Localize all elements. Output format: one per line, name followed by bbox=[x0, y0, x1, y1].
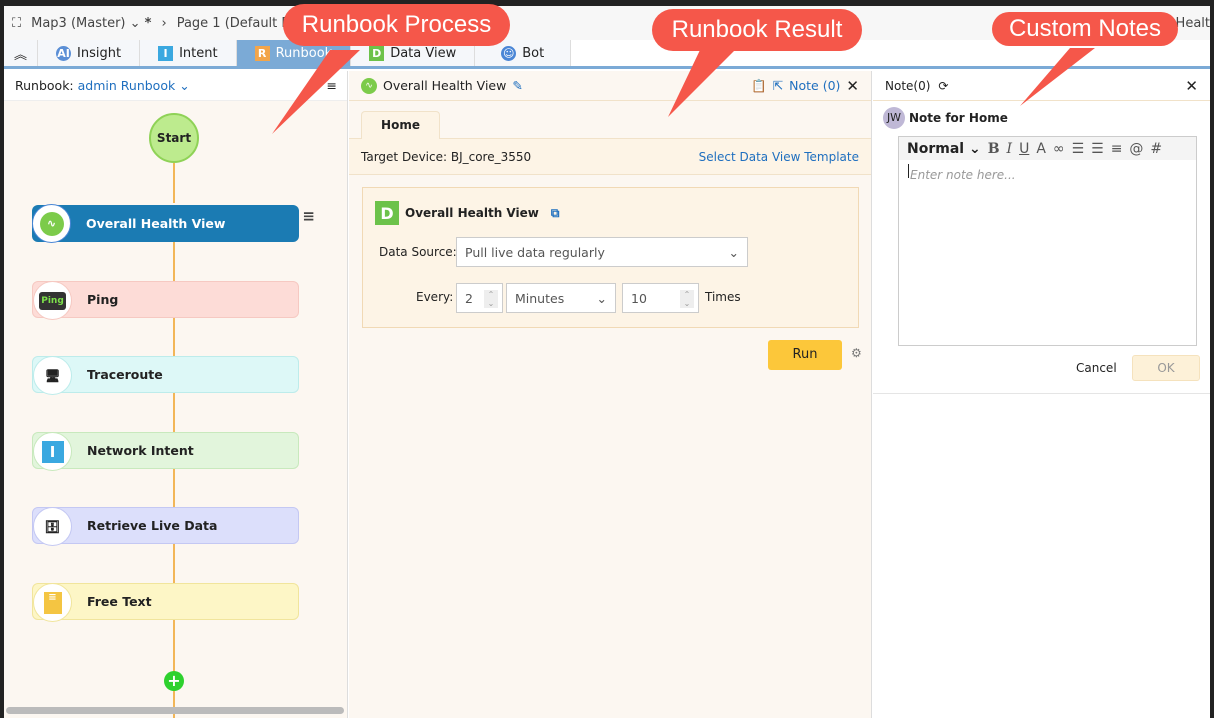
pointer-notes bbox=[1020, 48, 1095, 106]
callout-pointers bbox=[272, 48, 1095, 134]
callout-runbook-result: Runbook Result bbox=[652, 9, 862, 51]
pointer-result bbox=[668, 50, 735, 117]
callout-custom-notes: Custom Notes bbox=[992, 12, 1178, 46]
callout-runbook-process: Runbook Process bbox=[283, 4, 510, 46]
pointer-process bbox=[272, 50, 360, 134]
